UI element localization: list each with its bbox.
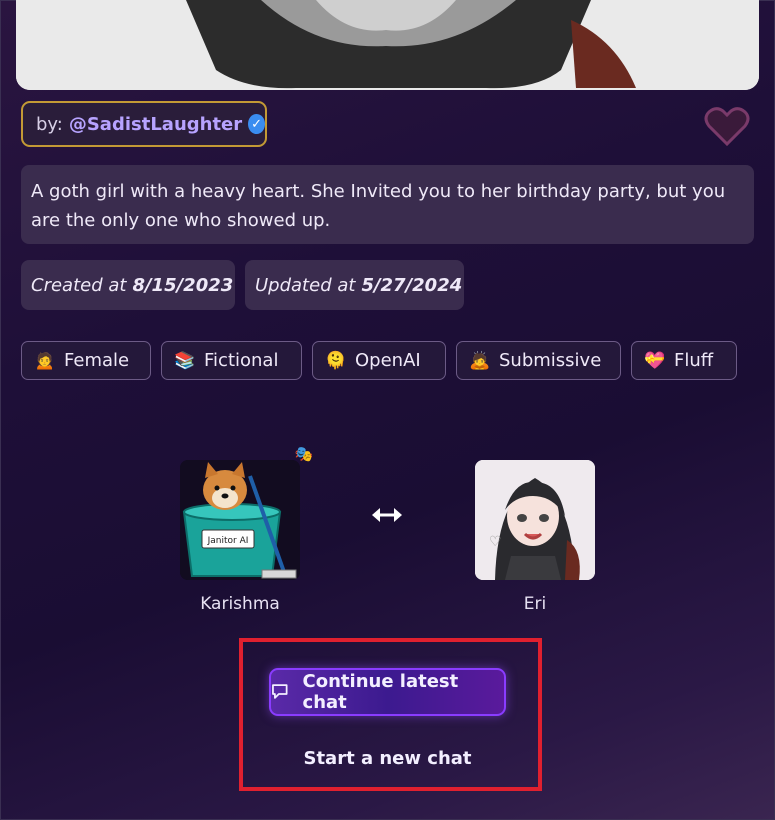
character-description: A goth girl with a heavy heart. She Invi… — [21, 165, 754, 244]
tag-emoji-icon: 🫠 — [325, 350, 347, 371]
updated-date: Updated at 5/27/2024 — [245, 260, 464, 310]
favorite-heart-button[interactable] — [701, 100, 753, 152]
tag-submissive[interactable]: 🙇 Submissive — [456, 341, 621, 380]
user-persona-avatar[interactable]: Janitor AI — [180, 460, 300, 580]
tag-emoji-icon: 🙇 — [469, 350, 491, 371]
author-by-label: by: — [36, 113, 63, 135]
created-label: Created at — [31, 274, 127, 296]
tag-female[interactable]: 🙍 Female — [21, 341, 151, 380]
theater-masks-icon[interactable]: 🎭 — [293, 444, 315, 464]
bucket-label: Janitor AI — [207, 536, 249, 546]
start-new-chat-link[interactable]: Start a new chat — [280, 748, 495, 769]
tag-label: Fictional — [204, 350, 279, 371]
created-date: Created at 8/15/2023 — [21, 260, 235, 310]
continue-latest-chat-button[interactable]: Continue latest chat — [269, 668, 506, 716]
user-persona-name: Karishma — [200, 594, 280, 614]
swap-arrows-icon — [370, 504, 404, 526]
tag-label: Female — [64, 350, 130, 371]
tag-fluff[interactable]: 💝 Fluff — [631, 341, 737, 380]
tag-openai[interactable]: 🫠 OpenAI — [312, 341, 446, 380]
author-badge[interactable]: by: @SadistLaughter ✓ — [21, 101, 267, 147]
continue-label: Continue latest chat — [302, 671, 459, 713]
tag-fictional[interactable]: 📚 Fictional — [161, 341, 302, 380]
character-image — [16, 0, 759, 90]
tag-label: Submissive — [499, 350, 602, 371]
author-handle[interactable]: @SadistLaughter — [69, 114, 242, 135]
chat-bubble-icon — [272, 684, 288, 699]
tag-label: OpenAI — [355, 350, 421, 371]
svg-text:♡: ♡ — [489, 534, 502, 550]
verified-icon: ✓ — [248, 114, 265, 134]
updated-label: Updated at — [255, 274, 356, 296]
heart-icon — [704, 107, 750, 147]
tag-emoji-icon: 💝 — [644, 350, 666, 371]
tag-emoji-icon: 🙍 — [34, 350, 56, 371]
tag-label: Fluff — [674, 350, 714, 371]
character-avatar[interactable]: ♡ — [475, 460, 595, 580]
created-value: 8/15/2023 — [132, 274, 234, 296]
tag-emoji-icon: 📚 — [174, 350, 196, 371]
character-name: Eri — [523, 594, 547, 614]
updated-value: 5/27/2024 — [361, 274, 463, 296]
